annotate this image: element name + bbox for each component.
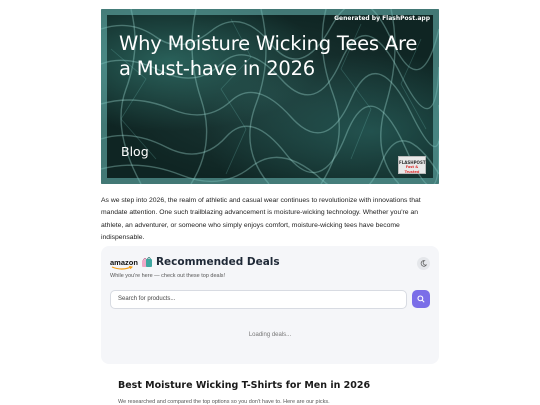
- amazon-smile-icon: [111, 265, 133, 270]
- intro-paragraph: As we step into 2026, the realm of athle…: [101, 197, 421, 241]
- moon-icon: [420, 260, 427, 267]
- section-intro-text: We researched and compared the top optio…: [118, 399, 330, 405]
- flashpost-badge: FLASHPOST Fast & Trusted: [398, 156, 426, 174]
- hero-credit: Generated by FlashPost.app: [334, 15, 430, 22]
- shopping-bags-icon: [141, 257, 152, 267]
- widget-title: Recommended Deals: [155, 256, 280, 268]
- loading-status: Loading deals...: [248, 332, 292, 338]
- search-input[interactable]: Search for products...: [110, 290, 407, 309]
- search-button[interactable]: [412, 290, 430, 308]
- section-heading: Best Moisture Wicking T-Shirts for Men i…: [118, 380, 371, 391]
- amazon-logo: amazon: [110, 258, 138, 270]
- hero-title: Why Moisture Wicking Tees Are a Must-hav…: [119, 32, 418, 80]
- recommended-deals-widget: amazon Recommended Deals While you're he…: [101, 246, 439, 364]
- badge-line2: Fast & Trusted: [404, 165, 420, 174]
- hero-banner: Generated by FlashPost.app Why Moisture …: [101, 9, 439, 184]
- theme-toggle-button[interactable]: [417, 257, 430, 270]
- widget-subtitle: While you're here — check out these top …: [110, 273, 226, 279]
- search-icon: [417, 295, 425, 303]
- hero-tag: Blog: [121, 144, 149, 159]
- widget-header: amazon Recommended Deals: [110, 256, 280, 270]
